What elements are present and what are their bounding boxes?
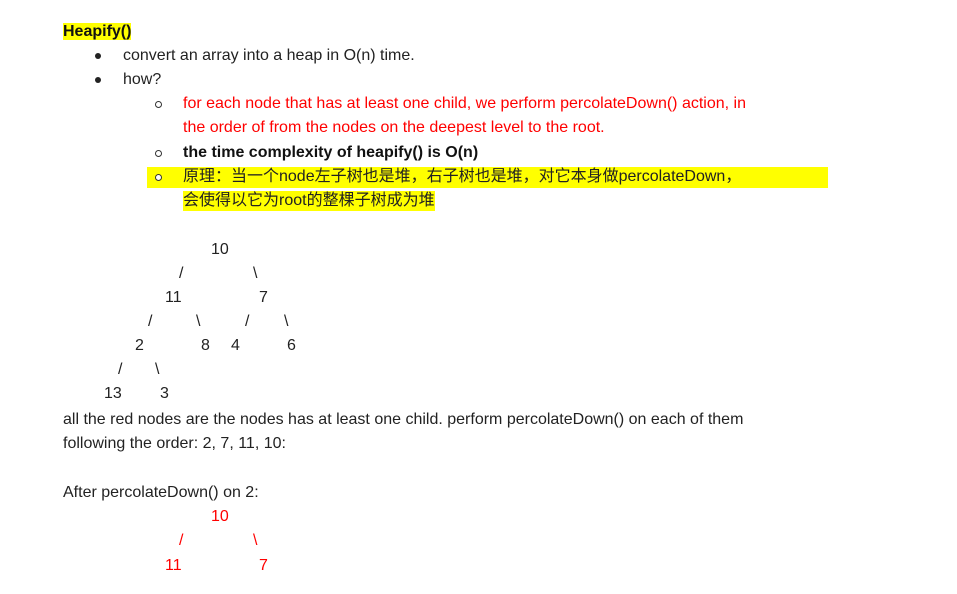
tree-node: 7 (259, 557, 268, 574)
sub-bullet-1-line1: for each node that has at least one chil… (183, 95, 746, 112)
tree-edge: \ (253, 532, 258, 549)
bullet-dot-icon (95, 53, 101, 59)
tree-edge: / (148, 313, 153, 330)
tree-edge: \ (155, 361, 160, 378)
bullet-circle-icon (155, 101, 162, 108)
paragraph-line-1: all the red nodes are the nodes has at l… (63, 411, 744, 428)
tree-node: 8 (201, 337, 210, 354)
tree-edge: / (179, 265, 184, 282)
tree-edge: / (179, 532, 184, 549)
page-title: Heapify() (63, 22, 132, 42)
tree-node: 3 (160, 385, 169, 402)
tree-node: 13 (104, 385, 122, 402)
tree-node: 10 (211, 508, 229, 525)
tree-node: 2 (135, 337, 144, 354)
tree-edge: \ (196, 313, 201, 330)
tree-node: 6 (287, 337, 296, 354)
bullet-dot-icon (95, 77, 101, 83)
tree-edge: / (118, 361, 123, 378)
sub-bullet-3-line1: 原理：当一个node左子树也是堆，右子树也是堆，对它本身做percolateDo… (183, 168, 742, 185)
sub-bullet-2: the time complexity of heapify() is O(n) (183, 144, 479, 161)
tree-node: 4 (231, 337, 240, 354)
bullet-circle-icon (155, 174, 162, 181)
tree-node: 11 (165, 289, 182, 306)
paragraph-line-2: following the order: 2, 7, 11, 10: (63, 435, 286, 452)
tree-node: 11 (165, 557, 182, 574)
tree-node: 7 (259, 289, 268, 306)
bullet-text-1: convert an array into a heap in O(n) tim… (123, 47, 415, 64)
after-percolate-heading: After percolateDown() on 2: (63, 484, 259, 501)
sub-bullet-3-line2: 会使得以它为root的整棵子树成为堆 (183, 191, 435, 211)
bullet-text-2: how? (123, 71, 162, 88)
heading-title: Heapify (63, 23, 121, 40)
sub-bullet-1-line2: the order of from the nodes on the deepe… (183, 119, 605, 136)
bullet-circle-icon (155, 150, 162, 157)
tree-node: 10 (211, 241, 229, 258)
tree-edge: \ (253, 265, 258, 282)
tree-edge: \ (284, 313, 289, 330)
tree-edge: / (245, 313, 250, 330)
heading-suffix: () (120, 23, 132, 40)
